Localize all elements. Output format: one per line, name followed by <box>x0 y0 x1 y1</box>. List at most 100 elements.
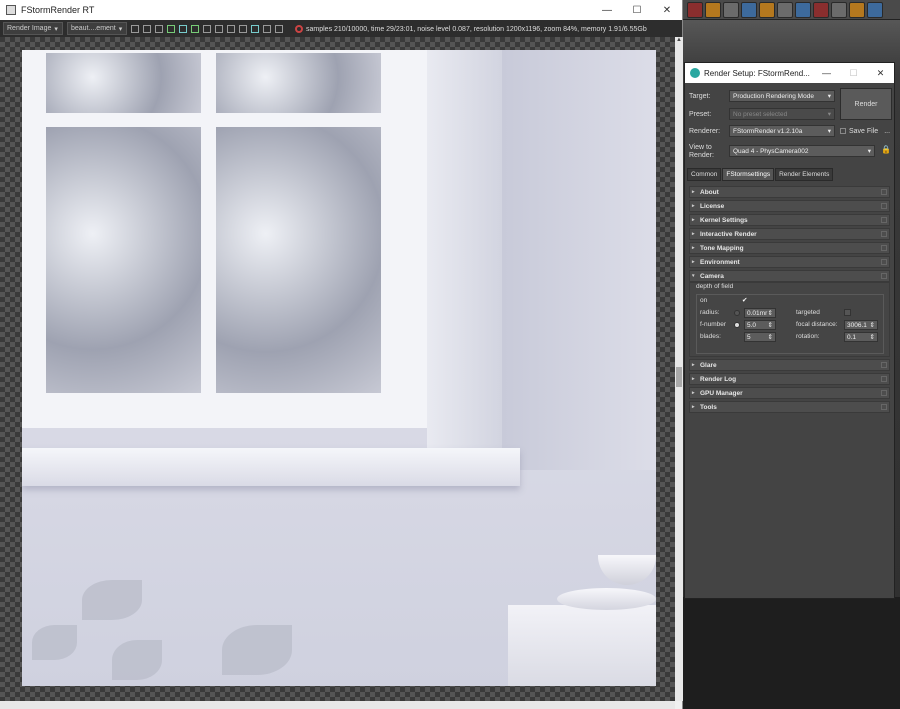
image-leaf <box>222 625 292 675</box>
toolbar-icon[interactable] <box>813 2 829 18</box>
rollout-kernel-settings[interactable]: ▸ Kernel Settings <box>689 214 890 226</box>
toolbar-icon[interactable] <box>723 2 739 18</box>
region-icon[interactable] <box>179 24 187 33</box>
blades-label: blades: <box>700 333 721 340</box>
save-file-browse-button[interactable]: ... <box>884 128 890 135</box>
dof-on-checkbox[interactable]: ✔ <box>742 296 747 304</box>
image-mode-dropdown[interactable]: Render Image ▾ <box>3 22 63 35</box>
chevron-down-icon: ▾ <box>827 93 831 100</box>
app-icon <box>6 5 16 15</box>
focal-distance-label: focal distance: <box>796 321 838 328</box>
scroll-up-icon[interactable]: ▲ <box>675 37 683 43</box>
target-row: Target: Production Rendering Mode ▾ <box>689 90 835 102</box>
targeted-checkbox[interactable] <box>844 309 851 316</box>
rollout-camera[interactable]: ▾ Camera <box>689 270 890 282</box>
toolbar-icon[interactable] <box>777 2 793 18</box>
renderer-dropdown[interactable]: FStormRender v1.2.10a ▾ <box>729 125 835 137</box>
rollout-about[interactable]: ▸ About <box>689 186 890 198</box>
rollout-gpu-manager[interactable]: ▸ GPU Manager <box>689 387 890 399</box>
renderer-row: Renderer: FStormRender v1.2.10a ▾ Save Fi… <box>689 125 890 137</box>
rotation-spinner[interactable]: 0.1 ⇕ <box>844 332 878 342</box>
rollout-end-icon <box>881 189 887 195</box>
render-setup-dialog: Render Setup: FStormRend... — ☐ ✕ Target… <box>684 62 895 599</box>
view-label: View to Render: <box>689 143 729 160</box>
preset-value: No preset selected <box>733 110 788 118</box>
toolbar-icon[interactable] <box>795 2 811 18</box>
rollout-interactive-render[interactable]: ▸ Interactive Render <box>689 228 890 240</box>
render-setup-titlebar[interactable]: Render Setup: FStormRend... — ☐ ✕ <box>685 63 894 83</box>
expand-arrow-icon: ▸ <box>692 217 695 223</box>
view-dropdown[interactable]: Quad 4 - PhysCamera002 ▾ <box>729 145 875 157</box>
toolbar-icon[interactable] <box>759 2 775 18</box>
maximize-button[interactable]: ☐ <box>622 5 652 16</box>
radius-radio[interactable] <box>734 310 740 316</box>
horizontal-scrollbar[interactable] <box>0 701 675 709</box>
tab-common[interactable]: Common <box>687 168 722 181</box>
collapse-arrow-icon: ▾ <box>692 273 695 279</box>
color-icon[interactable] <box>191 24 199 33</box>
rollout-render-log[interactable]: ▸ Render Log <box>689 373 890 385</box>
fit-icon[interactable] <box>239 24 247 33</box>
close-button[interactable]: ✕ <box>867 68 894 79</box>
toolbar-icon[interactable] <box>831 2 847 18</box>
save-file-label: Save File <box>849 127 879 135</box>
pause-icon[interactable] <box>203 24 211 33</box>
rollout-label: About <box>700 188 719 196</box>
save-icon[interactable] <box>131 24 139 33</box>
toolbar-icon[interactable] <box>741 2 757 18</box>
target-dropdown[interactable]: Production Rendering Mode ▾ <box>729 90 835 102</box>
image-glass-pane <box>46 53 201 113</box>
toolbar-icon[interactable] <box>687 2 703 18</box>
image-counter <box>508 605 656 686</box>
render-button[interactable]: Render <box>840 88 892 120</box>
renderer-label: Renderer: <box>689 127 721 135</box>
lens-icon[interactable] <box>263 24 271 33</box>
preset-dropdown[interactable]: No preset selected ▾ <box>729 108 835 120</box>
render-window: FStormRender RT — ☐ ✕ Render Image ▾ beau… <box>0 0 683 709</box>
rollout-glare[interactable]: ▸ Glare <box>689 359 890 371</box>
crop-icon[interactable] <box>227 24 235 33</box>
focal-distance-value: 3006.1 <box>847 321 867 329</box>
element-dropdown[interactable]: beaut....ement ▾ <box>67 22 127 35</box>
refresh-icon[interactable] <box>167 24 175 33</box>
minimize-button[interactable]: — <box>592 5 622 16</box>
clone-icon[interactable] <box>155 24 163 33</box>
rotation-value: 0.1 <box>847 333 857 341</box>
copy-icon[interactable] <box>143 24 151 33</box>
minimize-button[interactable]: — <box>813 68 840 79</box>
chevron-down-icon: ▾ <box>867 148 871 155</box>
fnumber-spinner[interactable]: 5.0 ⇕ <box>744 320 776 330</box>
lock-icon[interactable]: 🔒 <box>881 145 891 154</box>
fnumber-value: 5.0 <box>747 321 757 329</box>
rollout-tools[interactable]: ▸ Tools <box>689 401 890 413</box>
rollout-label: Render Log <box>700 375 737 383</box>
teapot-icon <box>690 68 700 78</box>
options-icon[interactable] <box>275 24 283 33</box>
focal-distance-spinner[interactable]: 3006.1 ⇕ <box>844 320 878 330</box>
chevron-down-icon: ▾ <box>118 25 123 33</box>
radius-spinner[interactable]: 0.01mr ⇕ <box>744 308 776 318</box>
maximize-button[interactable]: ☐ <box>840 68 867 79</box>
render-window-titlebar[interactable]: FStormRender RT — ☐ ✕ <box>0 0 682 20</box>
fnumber-radio[interactable] <box>734 322 740 328</box>
radius-value: 0.01mr <box>747 309 768 317</box>
render-setup-title: Render Setup: FStormRend... <box>704 68 810 78</box>
settings-icon[interactable] <box>251 24 259 33</box>
save-file-checkbox[interactable] <box>840 128 846 134</box>
close-button[interactable]: ✕ <box>652 5 682 16</box>
toolbar-icon[interactable] <box>705 2 721 18</box>
toolbar-icon[interactable] <box>849 2 865 18</box>
tab-fstormsettings[interactable]: FStormsettings <box>722 168 775 181</box>
crosshair-icon[interactable] <box>215 24 223 33</box>
rollout-environment[interactable]: ▸ Environment <box>689 256 890 268</box>
rollout-tone-mapping[interactable]: ▸ Tone Mapping <box>689 242 890 254</box>
spinner-arrows-icon: ⇕ <box>767 310 773 317</box>
tab-render-elements[interactable]: Render Elements <box>775 168 834 181</box>
view-label-line2: Render: <box>689 152 714 159</box>
rollout-license[interactable]: ▸ License <box>689 200 890 212</box>
host-viewport-lower <box>683 597 900 709</box>
blades-spinner[interactable]: 5 ⇕ <box>744 332 776 342</box>
toolbar-icon[interactable] <box>867 2 883 18</box>
vertical-scrollbar[interactable]: ▲ <box>675 37 683 701</box>
scroll-thumb[interactable] <box>676 367 682 387</box>
